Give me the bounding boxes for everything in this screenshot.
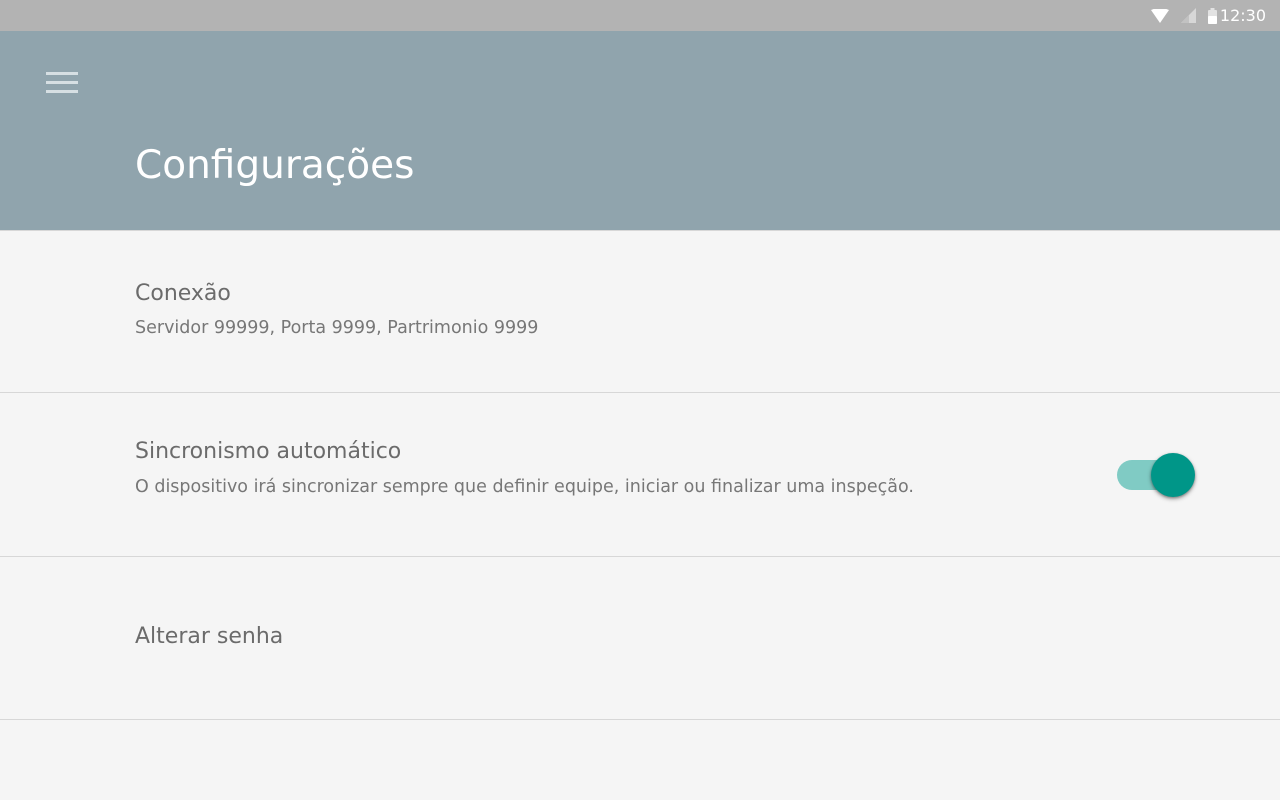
settings-item-title: Sincronismo automático (135, 439, 402, 464)
settings-list: Conexão Servidor 99999, Porta 9999, Part… (0, 230, 1280, 720)
settings-item-summary: O dispositivo irá sincronizar sempre que… (135, 477, 914, 497)
hamburger-menu-icon (46, 72, 78, 93)
toggle-thumb (1151, 453, 1195, 497)
settings-item-title: Alterar senha (135, 624, 284, 649)
settings-item-title: Conexão (135, 281, 231, 306)
status-clock: 12:30 (1219, 6, 1266, 25)
status-icons: 12:30 (1150, 0, 1266, 31)
page-title: Configurações (135, 143, 415, 188)
settings-item-summary: Servidor 99999, Porta 9999, Partrimonio … (135, 318, 539, 338)
settings-item-connection[interactable]: Conexão Servidor 99999, Porta 9999, Part… (0, 231, 1280, 393)
cell-signal-icon (1180, 8, 1196, 23)
auto-sync-toggle[interactable] (1116, 451, 1196, 503)
battery-icon (1207, 7, 1217, 24)
app-bar: Configurações (0, 31, 1280, 230)
settings-item-auto-sync[interactable]: Sincronismo automático O dispositivo irá… (0, 393, 1280, 557)
settings-item-change-password[interactable]: Alterar senha (0, 557, 1280, 720)
menu-button[interactable] (30, 67, 94, 99)
wifi-icon (1150, 8, 1169, 23)
status-bar: 12:30 (0, 0, 1280, 31)
